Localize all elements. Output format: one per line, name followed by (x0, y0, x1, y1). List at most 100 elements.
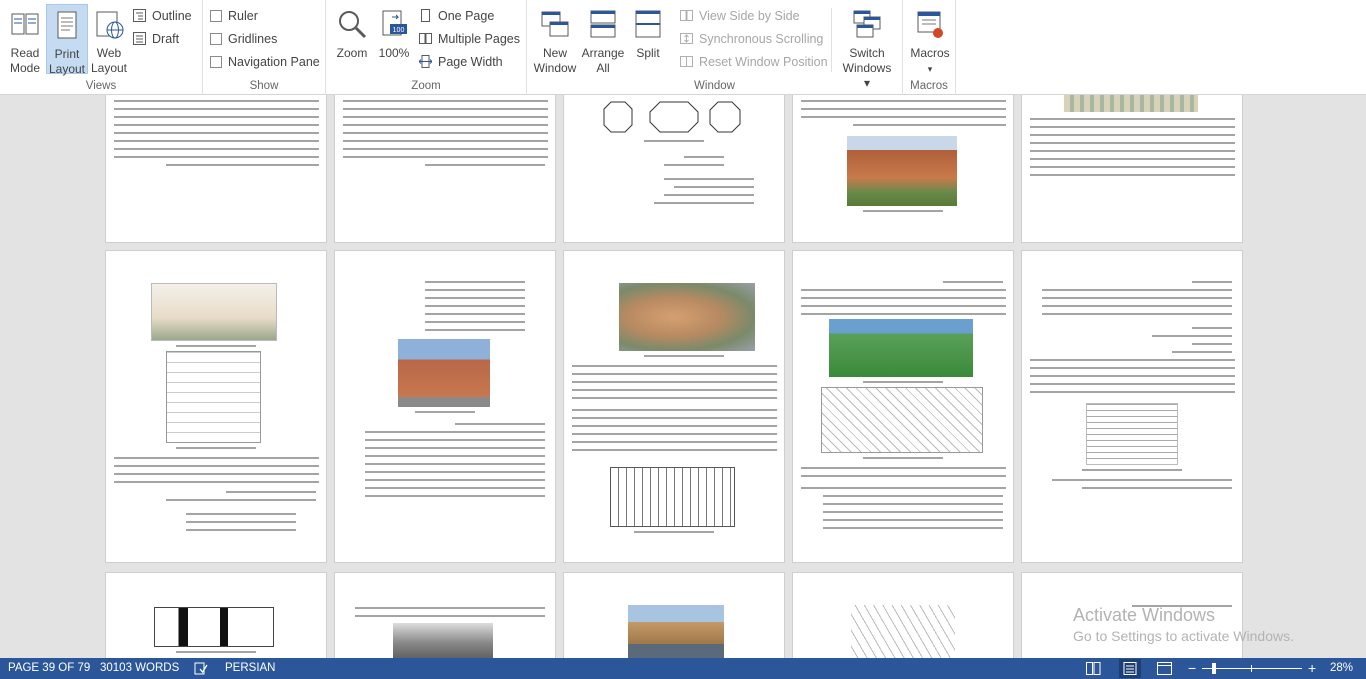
macros-dropdown-icon[interactable]: ▾ (928, 64, 933, 74)
read-mode-button[interactable]: Read Mode (4, 4, 46, 75)
one-page-button[interactable]: One Page (419, 6, 494, 26)
site-plan-image (1064, 95, 1198, 112)
outline-button[interactable]: Outline (133, 6, 192, 26)
web-layout-view-icon[interactable] (1157, 662, 1172, 675)
language-status[interactable]: PERSIAN (225, 658, 276, 679)
one-page-icon (421, 9, 430, 22)
web-layout-button[interactable]: Web Layout (88, 4, 130, 75)
page-thumbnail[interactable] (334, 95, 556, 243)
zoom-slider-thumb[interactable] (1212, 663, 1216, 674)
page-thumbnail[interactable] (563, 572, 785, 658)
arrange-all-label: Arrange All (581, 46, 625, 75)
read-mode-view-icon[interactable] (1086, 662, 1101, 675)
page-thumbnail[interactable] (792, 250, 1014, 563)
page-width-button[interactable]: Page Width (419, 52, 503, 72)
apartment-blocks-photo-image (398, 339, 490, 407)
one-page-label: One Page (438, 9, 495, 23)
zoom-in-button[interactable]: + (1308, 658, 1316, 679)
macros-button[interactable]: Macros ▾ (907, 4, 953, 74)
window-group-label: Window (694, 80, 735, 92)
macros-icon (917, 11, 943, 38)
reset-window-position-icon (680, 56, 693, 67)
zoom-100-label: 100% (378, 46, 410, 60)
draft-label: Draft (152, 32, 180, 46)
apartment-plan-image (610, 467, 735, 527)
new-window-button[interactable]: New Window (533, 4, 577, 75)
gridlines-checkbox[interactable]: Gridlines (210, 29, 277, 49)
macros-group: Macros ▾ Macros (903, 0, 956, 95)
ribbon: Read Mode Print Layout Web Layout Outlin… (0, 0, 1366, 95)
status-bar: PAGE 39 OF 79 30103 WORDS PERSIAN − + 28… (0, 658, 1366, 679)
activation-title: Activate Windows (1073, 605, 1216, 625)
new-window-icon (541, 11, 569, 37)
zoom-100-button[interactable]: 100 100% (373, 4, 415, 74)
svg-text:100: 100 (393, 27, 405, 34)
zoom-slider-center-mark (1251, 665, 1252, 672)
show-group: Ruler Gridlines Navigation Pane Show (203, 0, 326, 95)
outline-label: Outline (152, 9, 192, 23)
side-by-side-icon (680, 10, 693, 21)
outline-icon (133, 9, 146, 22)
page-thumbnail[interactable] (105, 95, 327, 243)
ruler-checkbox[interactable]: Ruler (210, 6, 258, 26)
multiple-pages-button[interactable]: Multiple Pages (419, 29, 520, 49)
zoom-100-icon: 100 (382, 10, 407, 36)
read-mode-label: Read Mode (9, 46, 41, 75)
window-group: New Window Arrange All Split View Side b… (527, 0, 903, 95)
page-thumbnail[interactable] (563, 250, 785, 563)
zoom-level-status[interactable]: 28% (1330, 658, 1353, 679)
multiple-pages-label: Multiple Pages (438, 32, 520, 46)
document-area[interactable]: Activate Windows Go to Settings to activ… (0, 95, 1366, 658)
zoom-out-button[interactable]: − (1188, 658, 1196, 679)
aerial-render-image (619, 283, 755, 351)
proofing-icon[interactable] (194, 662, 208, 675)
arrange-all-button[interactable]: Arrange All (581, 4, 625, 75)
section-drawing-image (154, 607, 274, 647)
synchronous-scrolling-label: Synchronous Scrolling (699, 32, 824, 46)
ruler-label: Ruler (228, 9, 258, 23)
gridlines-check-box[interactable] (210, 33, 222, 45)
activation-watermark: Activate Windows Go to Settings to activ… (1073, 604, 1294, 646)
page-thumbnail[interactable] (792, 572, 1014, 658)
print-layout-label: Print Layout (48, 47, 86, 76)
window-separator (831, 8, 832, 72)
navigation-pane-check-box[interactable] (210, 56, 222, 68)
synchronous-scrolling-button[interactable]: Synchronous Scrolling (680, 29, 823, 49)
octagon-diagram-image (603, 101, 741, 133)
waterfront-photo-image (628, 605, 724, 658)
page-thumbnail[interactable] (334, 572, 556, 658)
page-thumbnail[interactable] (563, 95, 785, 243)
page-thumbnail[interactable] (105, 250, 327, 563)
ruler-check-box[interactable] (210, 10, 222, 22)
print-layout-button[interactable]: Print Layout (46, 4, 88, 76)
synchronous-scrolling-icon (680, 33, 693, 44)
page-count-status[interactable]: PAGE 39 OF 79 (8, 658, 90, 679)
web-layout-label: Web Layout (90, 46, 128, 75)
zoom-button[interactable]: Zoom (331, 4, 373, 74)
building-photo-image (847, 136, 957, 206)
navigation-pane-checkbox[interactable]: Navigation Pane (210, 52, 320, 72)
magnifier-icon (339, 11, 367, 39)
macros-label: Macros (910, 46, 950, 60)
split-button[interactable]: Split (627, 4, 669, 74)
reset-window-position-label: Reset Window Position (699, 55, 828, 69)
view-side-by-side-button[interactable]: View Side by Side (680, 6, 800, 26)
page-thumbnail[interactable] (334, 250, 556, 563)
zoom-slider[interactable] (1202, 668, 1302, 669)
draft-button[interactable]: Draft (133, 29, 179, 49)
page-thumbnail[interactable] (105, 572, 327, 658)
reset-window-position-button[interactable]: Reset Window Position (680, 52, 828, 72)
zoom-group-label: Zoom (411, 80, 441, 92)
print-layout-view-icon[interactable] (1119, 659, 1141, 678)
web-layout-icon (96, 11, 124, 39)
switch-windows-button[interactable]: Switch Windows ▾ (839, 4, 895, 90)
show-group-label: Show (249, 80, 279, 92)
macros-group-label: Macros (910, 80, 948, 92)
word-count-status[interactable]: 30103 WORDS (100, 658, 179, 679)
navigation-pane-label: Navigation Pane (228, 55, 320, 69)
activation-subtitle: Go to Settings to activate Windows. (1073, 628, 1294, 644)
new-window-label: New Window (533, 46, 577, 75)
page-thumbnail[interactable] (792, 95, 1014, 243)
page-thumbnail[interactable] (1021, 250, 1243, 563)
page-thumbnail[interactable] (1021, 95, 1243, 243)
